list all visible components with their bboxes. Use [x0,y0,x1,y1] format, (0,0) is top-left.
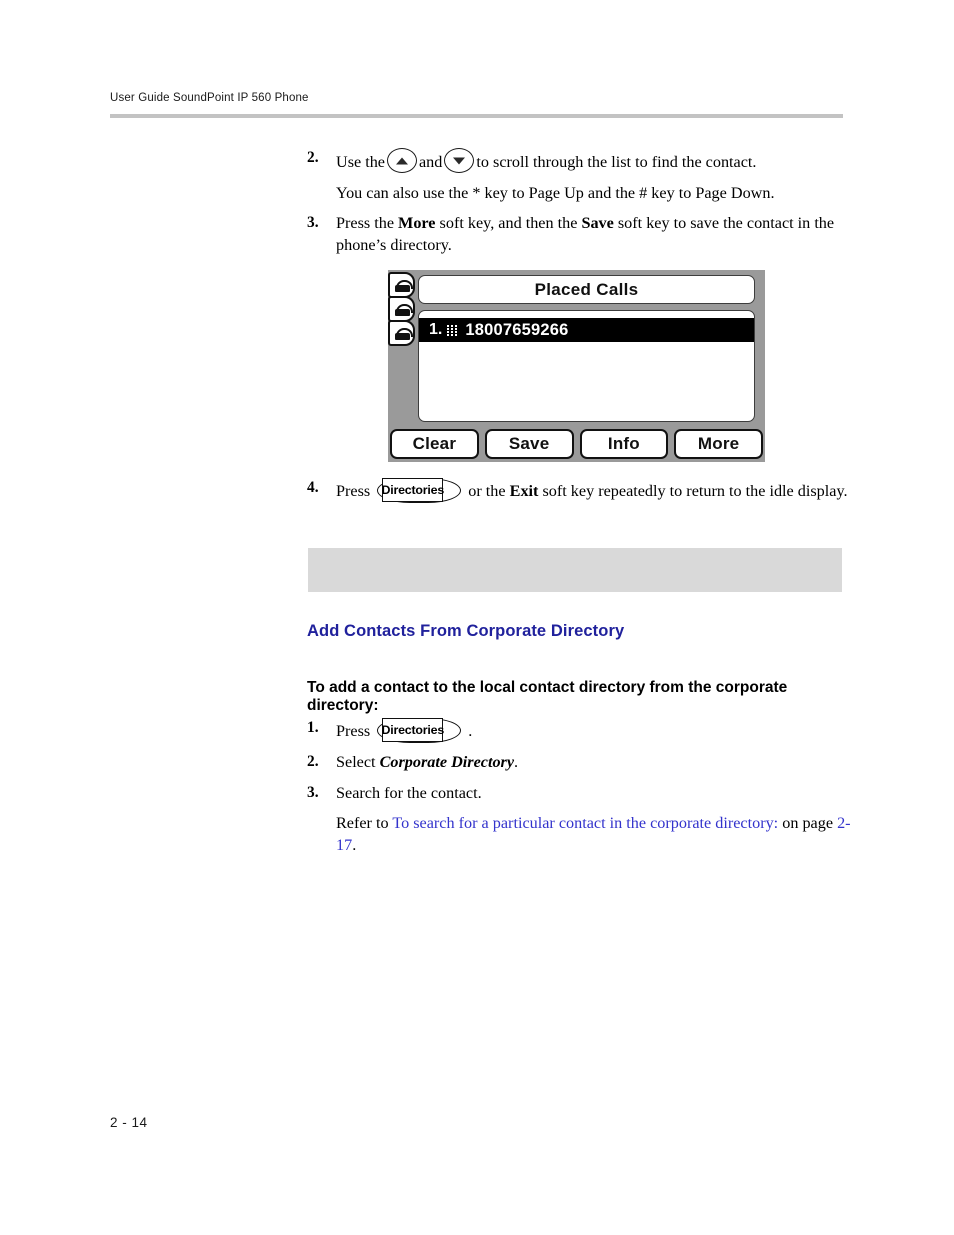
running-header: User Guide SoundPoint IP 560 Phone [110,92,843,104]
scroll-up-key[interactable] [387,148,417,173]
step-2-note: You can also use the * key to Page Up an… [336,183,775,202]
line-key-column [388,272,416,352]
list-item: 3. Press the More soft key, and then the… [307,213,852,256]
phone-screen-figure: Placed Calls 1. 18007659266 Clear Save I… [388,270,765,462]
line-key-1[interactable] [388,272,415,298]
soft-key-info[interactable]: Info [579,429,669,459]
soft-key-label: Info [607,434,640,453]
soft-key-clear[interactable]: Clear [390,429,479,459]
section-intro-text: To add a contact to the local contact di… [307,679,788,714]
call-entry-index: 1. [429,321,443,338]
section-heading: Add Contacts From Corporate Directory [307,622,625,640]
step-text-part1: Search for the contact. [336,783,482,802]
step-text-part1: Press [336,482,375,500]
handset-icon [395,328,413,340]
directories-key[interactable]: Directories [377,718,462,743]
step-text-part1: Press [336,722,375,740]
soft-key-more[interactable]: More [674,429,763,459]
list-item: 3. Search for the contact. [307,783,852,805]
table-row[interactable]: 1. 18007659266 [419,318,754,342]
step-text-part2: soft key, and then the [435,214,582,233]
soft-key-label: Save [508,434,550,453]
step-number: 2. [307,753,319,770]
main-content-bottom: 1. Press Directories . 2. Select Corpora… [307,718,852,865]
page-number-footer: 2 - 14 [110,1115,148,1130]
key-label: Directories [381,722,445,737]
step-text-mid: and [419,153,443,171]
keypad-icon [447,324,458,336]
step-number: 1. [307,719,319,736]
handset-icon [395,304,413,316]
running-head-text: User Guide SoundPoint IP 560 Phone [110,92,309,104]
soft-key-label: More [697,434,740,453]
list-item: 2. Use the and to scroll through the list … [307,148,852,174]
procedure-list-step4: 4. Press Directories or the Exit soft ke… [307,478,852,503]
scroll-down-key[interactable] [444,148,475,173]
lcd-title-bar: Placed Calls [418,275,755,304]
directories-key[interactable]: Directories [377,478,462,503]
xref-link[interactable]: To search for a particular contact in th… [392,814,778,832]
main-content-step4: 4. Press Directories or the Exit soft ke… [307,478,852,512]
step-text-part1: Press the [336,214,399,233]
key-cap: Directories [381,718,445,742]
soft-key-save[interactable]: Save [484,429,574,459]
xref-lead: Refer to [336,814,393,833]
step-text-part2: . [464,722,473,740]
header-divider [110,114,843,118]
step-text-after: to scroll through the list to find the c… [476,153,757,171]
soft-key-row: Clear Save Info More [390,429,763,459]
triangle-down-icon [453,157,466,164]
step-text-part3: soft key repeatedly to return to the idl… [538,482,848,500]
list-item: 2. Select Corporate Directory. [307,752,852,774]
line-key-2[interactable] [388,296,415,322]
list-item: 4. Press Directories or the Exit soft ke… [307,478,852,503]
handset-icon [395,280,413,292]
soft-key-name-save: Save [581,214,614,233]
soft-key-name-more: More [398,214,436,233]
step-text-part2: or the [464,482,510,500]
soft-key-label: Clear [412,434,457,453]
step-number: 2. [307,149,319,166]
key-label: Directories [381,482,445,497]
line-key-3[interactable] [388,320,415,346]
step-number: 3. [307,783,319,801]
lcd-call-list: 1. 18007659266 [418,310,755,422]
triangle-up-icon [396,157,408,164]
list-item: 1. Press Directories . [307,718,852,743]
cross-reference-paragraph: Refer to To search for a particular cont… [307,813,852,856]
lcd-title-text: Placed Calls [534,279,639,299]
step-text-part1: Select [336,753,380,771]
key-cap: Directories [381,478,445,502]
menu-item-corporate-directory: Corporate Directory [379,753,515,771]
step-text-before: Use the [336,153,385,171]
step-text-part2: . [514,753,519,771]
procedure-list-bottom: 1. Press Directories . 2. Select Corpora… [307,718,852,804]
call-entry-number: 18007659266 [465,320,569,339]
step-number: 4. [307,479,319,496]
xref-tail: . [352,835,357,854]
xref-mid: on page [778,814,838,833]
main-content-top: 2. Use the and to scroll through the list … [307,148,852,265]
procedure-list-top: 2. Use the and to scroll through the list … [307,148,852,256]
step-number: 3. [307,214,319,232]
note-callout-box [308,548,842,592]
soft-key-name-exit: Exit [509,482,539,500]
